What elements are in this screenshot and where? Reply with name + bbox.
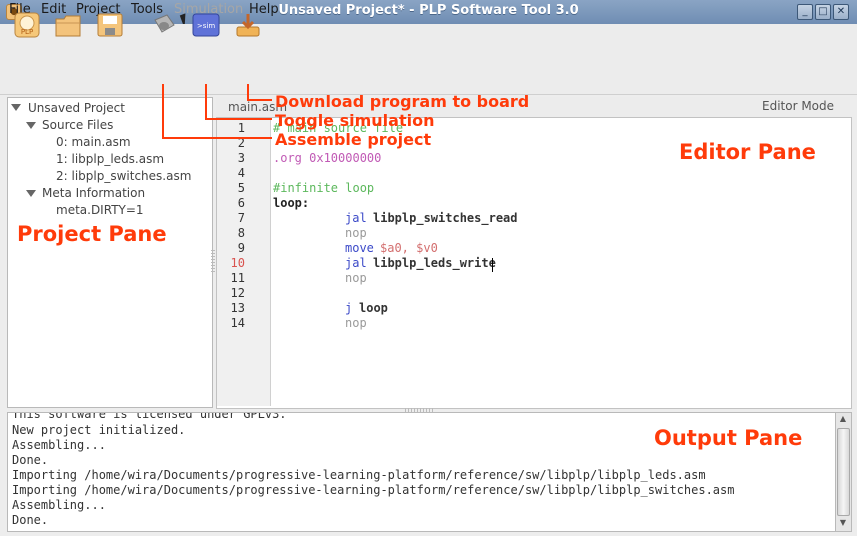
annotation-download: Download program to board <box>275 92 530 111</box>
leader-toggle <box>205 84 272 120</box>
leader-download <box>247 84 272 101</box>
annotation-assemble: Assemble project <box>275 130 432 149</box>
annotation-leaders <box>162 84 272 139</box>
annotation-toggle: Toggle simulation <box>275 111 435 130</box>
leader-assemble <box>162 84 272 139</box>
annotation-output-pane: Output Pane <box>654 426 803 450</box>
annotation-editor-pane: Editor Pane <box>679 140 816 164</box>
annotation-project-pane: Project Pane <box>17 222 167 246</box>
